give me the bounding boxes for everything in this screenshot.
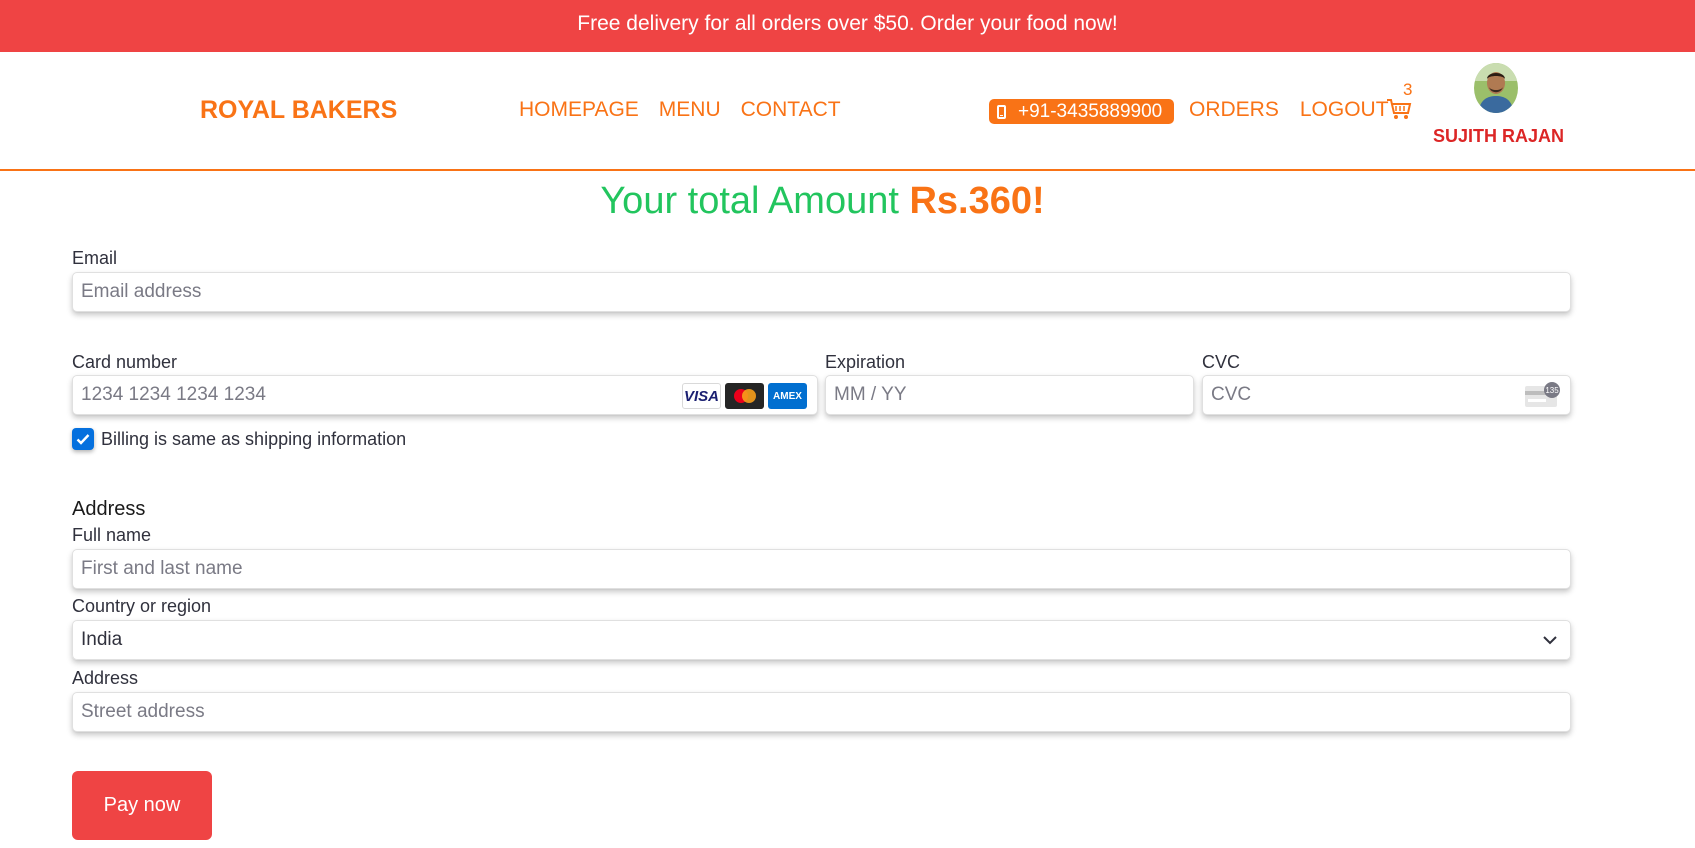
cart-icon xyxy=(1387,99,1412,119)
chevron-down-icon xyxy=(1543,636,1557,645)
email-field[interactable] xyxy=(73,273,1570,311)
nav-link-orders[interactable]: ORDERS xyxy=(1189,98,1279,122)
full-name-wrapper xyxy=(72,549,1571,589)
total-amount-value: Rs.360! xyxy=(909,180,1045,222)
cvc-label: CVC xyxy=(1202,352,1241,372)
email-field-wrapper xyxy=(72,272,1571,312)
address-section-title: Address xyxy=(72,498,146,520)
phone-icon xyxy=(997,104,1006,119)
brand-logo[interactable]: ROYAL BAKERS xyxy=(200,96,397,125)
cvc-field[interactable] xyxy=(1203,376,1570,414)
nav-link-homepage[interactable]: HOMEPAGE xyxy=(519,98,639,122)
expiration-wrapper xyxy=(825,375,1194,415)
total-amount-heading: Your total Amount Rs.360! xyxy=(0,180,1645,223)
total-amount-prefix: Your total Amount xyxy=(600,180,910,222)
billing-same-label: Billing is same as shipping information xyxy=(101,429,407,449)
street-address-label: Address xyxy=(72,668,139,688)
expiration-field[interactable] xyxy=(826,376,1193,414)
user-avatar[interactable] xyxy=(1474,63,1518,113)
street-address-wrapper xyxy=(72,692,1571,732)
avatar-image xyxy=(1474,63,1518,113)
country-selected-value: India xyxy=(81,629,123,650)
billing-same-checkbox[interactable] xyxy=(72,428,94,450)
mastercard-icon xyxy=(725,383,764,409)
checkmark-icon xyxy=(76,434,90,445)
expiration-label: Expiration xyxy=(825,352,906,372)
pay-now-button[interactable]: Pay now xyxy=(72,771,212,840)
country-label: Country or region xyxy=(72,596,212,616)
phone-number: +91-3435889900 xyxy=(1018,100,1163,122)
cvc-wrapper: 135 xyxy=(1202,375,1571,415)
country-select[interactable]: India xyxy=(72,620,1571,660)
main-nav: HOMEPAGE MENU CONTACT xyxy=(519,98,841,122)
nav-link-contact[interactable]: CONTACT xyxy=(741,98,841,122)
promo-banner: Free delivery for all orders over $50. O… xyxy=(0,0,1695,52)
user-name: SUJITH RAJAN xyxy=(1433,126,1565,146)
nav-link-menu[interactable]: MENU xyxy=(659,98,721,122)
account-nav: ORDERS LOGOUT xyxy=(1189,98,1389,122)
email-label: Email xyxy=(72,248,118,268)
nav-link-logout[interactable]: LOGOUT xyxy=(1300,98,1389,122)
full-name-field[interactable] xyxy=(73,550,1570,588)
cart-button[interactable]: 3 xyxy=(1386,80,1416,120)
amex-icon: AMEX xyxy=(768,383,807,409)
phone-badge[interactable]: +91-3435889900 xyxy=(989,99,1174,124)
cart-count-badge: 3 xyxy=(1403,80,1413,99)
promo-text: Free delivery for all orders over $50. O… xyxy=(577,12,1118,35)
cvc-card-icon: 135 xyxy=(1525,382,1560,407)
street-address-field[interactable] xyxy=(73,693,1570,731)
svg-text:135: 135 xyxy=(1545,386,1559,395)
card-number-wrapper: VISA AMEX xyxy=(72,375,818,415)
full-name-label: Full name xyxy=(72,525,152,545)
card-brand-logos: VISA AMEX xyxy=(682,383,807,409)
visa-icon: VISA xyxy=(682,383,721,409)
card-number-label: Card number xyxy=(72,352,178,372)
navbar: ROYAL BAKERS HOMEPAGE MENU CONTACT +91-3… xyxy=(0,52,1695,171)
